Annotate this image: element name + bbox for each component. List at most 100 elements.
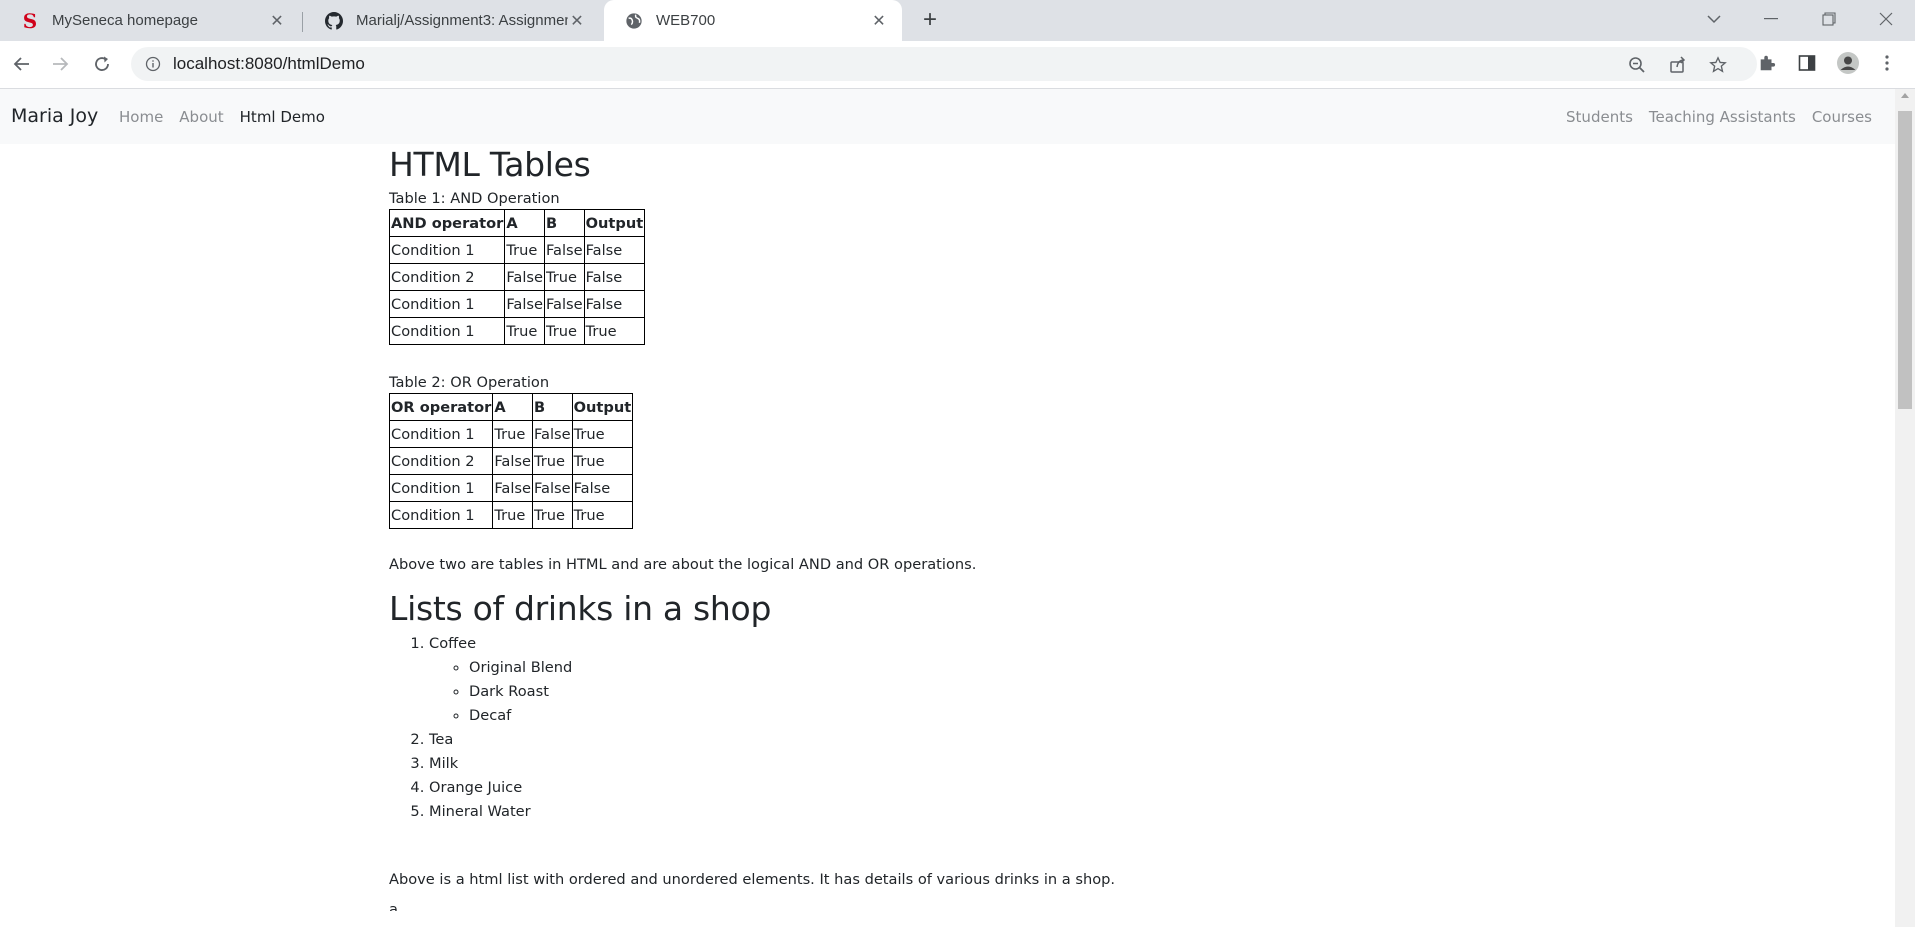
menu-kebab-icon[interactable] (1875, 51, 1899, 75)
table-cell: True (531, 501, 573, 529)
table-cell: False (543, 290, 585, 318)
list-item: Decaf (469, 704, 1489, 728)
minimize-button[interactable] (1747, 0, 1795, 38)
table-cell: False (492, 474, 533, 502)
table-cell: Condition 2 (388, 447, 494, 475)
table-cell: Condition 1 (388, 420, 494, 448)
table-cell: True (504, 236, 545, 264)
table-cell: True (504, 317, 545, 345)
table-cell: Condition 1 (388, 317, 506, 345)
table-header-cell: B (531, 393, 573, 421)
table1-caption: Table 1: AND Operation (389, 190, 560, 207)
table-cell: False (504, 263, 545, 291)
seneca-s-icon: S (22, 8, 38, 33)
table-cell: True (492, 420, 533, 448)
table-row: Condition 2 False True True (388, 447, 634, 475)
nav-link-students[interactable]: Students (1566, 108, 1633, 126)
table-cell: False (492, 447, 533, 475)
table-header-cell: A (504, 209, 545, 237)
table-cell: Condition 1 (388, 236, 506, 264)
table-header-cell: OR operator (388, 393, 494, 421)
back-arrow-icon[interactable] (8, 50, 36, 78)
browser-tab-strip: S MySeneca homepage ✕ Marialj/Assignment… (0, 0, 1915, 41)
drinks-ordered-list: Coffee Original Blend Dark Roast Decaf T… (389, 632, 1489, 824)
close-icon[interactable]: ✕ (870, 12, 888, 30)
or-operation-table: OR operator A B Output Condition 1 True … (388, 393, 634, 529)
table-header-cell: A (492, 393, 533, 421)
side-panel-icon[interactable] (1795, 51, 1819, 75)
table-cell: Condition 2 (388, 263, 506, 291)
browser-tab-github[interactable]: Marialj/Assignment3: Assignment ✕ (304, 0, 600, 41)
profile-avatar-icon[interactable] (1836, 51, 1860, 75)
heading-drinks-list: Lists of drinks in a shop (389, 589, 772, 628)
table-cell: False (583, 290, 646, 318)
zoom-out-icon[interactable] (1627, 55, 1647, 75)
page-viewport: Maria Joy Home About Html Demo Students … (0, 89, 1895, 927)
list-description: Above is a html list with ordered and un… (389, 871, 1116, 888)
restore-button[interactable] (1805, 0, 1853, 38)
close-icon[interactable]: ✕ (568, 12, 586, 30)
list-item: Orange Juice (429, 776, 1489, 800)
cut-off-text: a (389, 901, 398, 911)
tab-search-icon[interactable] (1690, 0, 1738, 38)
table-cell: False (531, 420, 573, 448)
browser-tab-myseneca[interactable]: S MySeneca homepage ✕ (0, 0, 300, 41)
nav-link-html-demo[interactable]: Html Demo (240, 108, 325, 126)
table-row: Condition 1 True False True (388, 420, 634, 448)
scroll-up-arrow-icon[interactable] (1901, 93, 1909, 98)
reload-icon[interactable] (88, 50, 116, 78)
coffee-sublist: Original Blend Dark Roast Decaf (429, 656, 1489, 728)
table2-caption: Table 2: OR Operation (389, 374, 550, 391)
list-item-label: Coffee (429, 635, 477, 652)
table-cell: Condition 1 (388, 501, 494, 529)
heading-html-tables: HTML Tables (389, 145, 591, 184)
share-icon[interactable] (1668, 55, 1688, 75)
page-scrollbar[interactable] (1895, 89, 1915, 927)
navbar-brand[interactable]: Maria Joy (11, 105, 98, 127)
scrollbar-thumb[interactable] (1898, 111, 1912, 409)
site-navbar: Maria Joy Home About Html Demo Students … (0, 89, 1895, 144)
new-tab-button[interactable]: + (916, 6, 944, 34)
list-item: Coffee Original Blend Dark Roast Decaf (429, 632, 1489, 728)
nav-link-home[interactable]: Home (119, 108, 163, 126)
table-row: Condition 1 False False False (388, 474, 634, 502)
list-item: Dark Roast (469, 680, 1489, 704)
tables-description: Above two are tables in HTML and are abo… (389, 556, 977, 573)
close-icon[interactable]: ✕ (268, 12, 286, 30)
table-row: Condition 1 True True True (388, 317, 646, 345)
browser-toolbar: localhost:8080/htmlDemo (0, 41, 1915, 89)
nav-left-group: Home About Html Demo (119, 108, 325, 126)
table-cell: False (571, 474, 634, 502)
nav-link-teaching-assistants[interactable]: Teaching Assistants (1649, 108, 1796, 126)
nav-link-courses[interactable]: Courses (1812, 108, 1872, 126)
globe-icon (624, 11, 644, 31)
table-row: Condition 1 True False False (388, 236, 646, 264)
table-header-cell: Output (583, 209, 646, 237)
table-cell: False (504, 290, 545, 318)
tab-title: MySeneca homepage (52, 12, 198, 29)
table-cell: Condition 1 (388, 290, 506, 318)
extensions-puzzle-icon[interactable] (1755, 51, 1779, 75)
table-header-row: OR operator A B Output (388, 393, 634, 421)
table-cell: Condition 1 (388, 474, 494, 502)
table-cell: True (531, 447, 573, 475)
table-cell: True (583, 317, 646, 345)
table-cell: False (543, 236, 585, 264)
browser-tab-web700[interactable]: WEB700 ✕ (604, 0, 902, 41)
bookmark-star-icon[interactable] (1708, 55, 1728, 75)
nav-link-about[interactable]: About (179, 108, 223, 126)
table-row: Condition 1 True True True (388, 501, 634, 529)
table-cell: True (571, 447, 634, 475)
tab-title: WEB700 (656, 12, 716, 29)
table-header-cell: B (543, 209, 585, 237)
table-cell: False (583, 263, 646, 291)
close-window-button[interactable] (1862, 0, 1910, 38)
table-cell: True (543, 263, 585, 291)
tab-title: Marialj/Assignment3: Assignment (356, 12, 568, 29)
address-url[interactable]: localhost:8080/htmlDemo (173, 47, 365, 81)
address-bar[interactable]: localhost:8080/htmlDemo (131, 47, 1757, 81)
site-info-icon[interactable] (145, 56, 161, 72)
table-row: Condition 2 False True False (388, 263, 646, 291)
table-cell: True (571, 420, 634, 448)
forward-arrow-icon[interactable] (46, 50, 74, 78)
